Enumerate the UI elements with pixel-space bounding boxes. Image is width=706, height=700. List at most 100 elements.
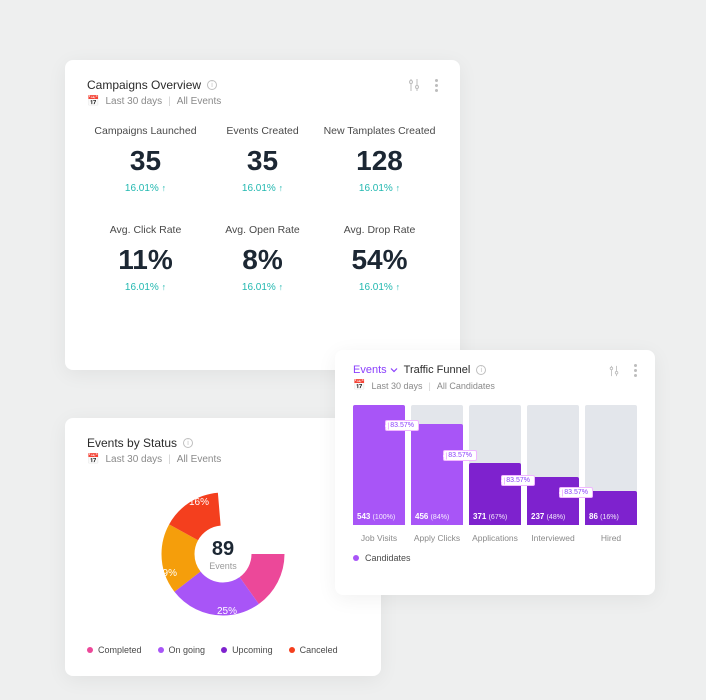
date-range[interactable]: Last 30 days — [105, 96, 162, 107]
bar-value: 237 (48%) — [531, 512, 565, 521]
metric-change: 16.01% ↑ — [87, 282, 204, 293]
arrow-up-icon: ↑ — [279, 282, 284, 292]
metric-label: Avg. Drop Rate — [321, 224, 438, 236]
card-title: Events by Status — [87, 436, 177, 450]
metric: Avg. Open Rate 8% 16.01% ↑ — [204, 224, 321, 293]
flow-label: 83.57% — [559, 487, 593, 498]
metric-label: Campaigns Launched — [87, 125, 204, 137]
bar-label: Interviewed — [531, 533, 574, 543]
donut-center: 89 Events — [209, 538, 237, 571]
card-actions — [407, 78, 438, 92]
arrow-up-icon: ↑ — [396, 282, 401, 292]
bar[interactable]: 371 (67%) 83.57% — [469, 405, 521, 525]
filter[interactable]: All Events — [177, 96, 221, 107]
metrics-grid: Campaigns Launched 35 16.01% ↑ Events Cr… — [87, 125, 438, 293]
info-icon[interactable]: i — [207, 80, 217, 90]
chevron-down-icon — [390, 366, 398, 374]
metric-label: Events Created — [204, 125, 321, 137]
calendar-icon: 📅 — [87, 96, 99, 107]
header-left: Campaigns Overview i 📅 Last 30 days | Al… — [87, 78, 221, 107]
bar[interactable]: 86 (16%) — [585, 405, 637, 525]
metric-change: 16.01% ↑ — [87, 183, 204, 194]
donut-chart: 89 Events 40% 25% 19% 16% — [87, 469, 359, 639]
campaigns-overview-card: Campaigns Overview i 📅 Last 30 days | Al… — [65, 60, 460, 370]
title-row: Events by Status i — [87, 436, 221, 450]
bar-col: 371 (67%) 83.57% Applications — [469, 405, 521, 543]
title-row: Events Traffic Funnel i — [353, 364, 495, 376]
card-header: Campaigns Overview i 📅 Last 30 days | Al… — [87, 78, 438, 107]
bar-col: 237 (48%) 83.57% Interviewed — [527, 405, 579, 543]
card-subheader: 📅 Last 30 days | All Events — [87, 96, 221, 107]
bar[interactable]: 543 (100%) 83.57% — [353, 405, 405, 525]
bar-label: Hired — [601, 533, 621, 543]
metric-change: 16.01% ↑ — [204, 183, 321, 194]
metric-label: Avg. Click Rate — [87, 224, 204, 236]
more-icon[interactable] — [435, 79, 438, 92]
metric: Campaigns Launched 35 16.01% ↑ — [87, 125, 204, 194]
calendar-icon: 📅 — [87, 454, 99, 465]
metric-value: 128 — [321, 145, 438, 177]
metric: Avg. Click Rate 11% 16.01% ↑ — [87, 224, 204, 293]
info-icon[interactable]: i — [183, 438, 193, 448]
donut-center-label: Events — [209, 561, 237, 571]
more-icon[interactable] — [634, 364, 637, 377]
metric-value: 35 — [204, 145, 321, 177]
card-title: Traffic Funnel — [404, 364, 471, 376]
bar-col: 86 (16%) Hired — [585, 405, 637, 543]
legend-dot — [353, 555, 359, 561]
legend: Completed On going Upcoming Canceled — [87, 645, 359, 655]
arrow-up-icon: ↑ — [162, 183, 167, 193]
legend-item[interactable]: On going — [158, 645, 206, 655]
arrow-up-icon: ↑ — [396, 183, 401, 193]
card-actions — [608, 364, 637, 377]
metric-value: 8% — [204, 244, 321, 276]
traffic-funnel-card: Events Traffic Funnel i 📅 Last 30 days |… — [335, 350, 655, 595]
metric-value: 35 — [87, 145, 204, 177]
arrow-up-icon: ↑ — [162, 282, 167, 292]
sliders-icon[interactable] — [407, 78, 421, 92]
segment-pct: 25% — [217, 606, 237, 617]
legend-label: Candidates — [365, 553, 411, 563]
bar-value: 543 (100%) — [357, 512, 395, 521]
metric: Events Created 35 16.01% ↑ — [204, 125, 321, 194]
bar-col: 543 (100%) 83.57% Job Visits — [353, 405, 405, 543]
bar-label: Apply Clicks — [414, 533, 460, 543]
info-icon[interactable]: i — [476, 365, 486, 375]
legend-item[interactable]: Upcoming — [221, 645, 273, 655]
date-range[interactable]: Last 30 days — [105, 454, 162, 465]
donut-center-value: 89 — [209, 538, 237, 561]
bar[interactable]: 237 (48%) 83.57% — [527, 405, 579, 525]
card-header: Events by Status i 📅 Last 30 days | All … — [87, 436, 359, 465]
filter[interactable]: All Candidates — [437, 381, 495, 391]
metric-value: 11% — [87, 244, 204, 276]
segment-pct: 19% — [157, 568, 177, 579]
events-by-status-card: Events by Status i 📅 Last 30 days | All … — [65, 418, 381, 676]
metric-value: 54% — [321, 244, 438, 276]
bar-label: Applications — [472, 533, 518, 543]
bar-label: Job Visits — [361, 533, 397, 543]
card-header: Events Traffic Funnel i 📅 Last 30 days |… — [353, 364, 637, 391]
metric-change: 16.01% ↑ — [321, 183, 438, 194]
metric-change: 16.01% ↑ — [204, 282, 321, 293]
metric-label: New Tamplates Created — [321, 125, 438, 137]
scope-dropdown[interactable]: Events — [353, 364, 398, 376]
segment-pct: 16% — [189, 497, 209, 508]
sliders-icon[interactable] — [608, 365, 620, 377]
bar-value: 371 (67%) — [473, 512, 507, 521]
flow-label: 83.57% — [443, 450, 477, 461]
card-subheader: 📅 Last 30 days | All Events — [87, 454, 221, 465]
bar-value: 456 (84%) — [415, 512, 449, 521]
filter[interactable]: All Events — [177, 454, 221, 465]
metric: New Tamplates Created 128 16.01% ↑ — [321, 125, 438, 194]
title-row: Campaigns Overview i — [87, 78, 221, 92]
card-title: Campaigns Overview — [87, 78, 201, 92]
date-range[interactable]: Last 30 days — [371, 381, 422, 391]
flow-label: 83.57% — [501, 475, 535, 486]
flow-label: 83.57% — [385, 420, 419, 431]
calendar-icon: 📅 — [353, 380, 365, 391]
legend-item[interactable]: Canceled — [289, 645, 338, 655]
legend-item[interactable]: Completed — [87, 645, 142, 655]
funnel-bars: 543 (100%) 83.57% Job Visits 456 (84%) 8… — [353, 403, 637, 543]
metric-label: Avg. Open Rate — [204, 224, 321, 236]
segment-pct: 40% — [291, 524, 311, 535]
